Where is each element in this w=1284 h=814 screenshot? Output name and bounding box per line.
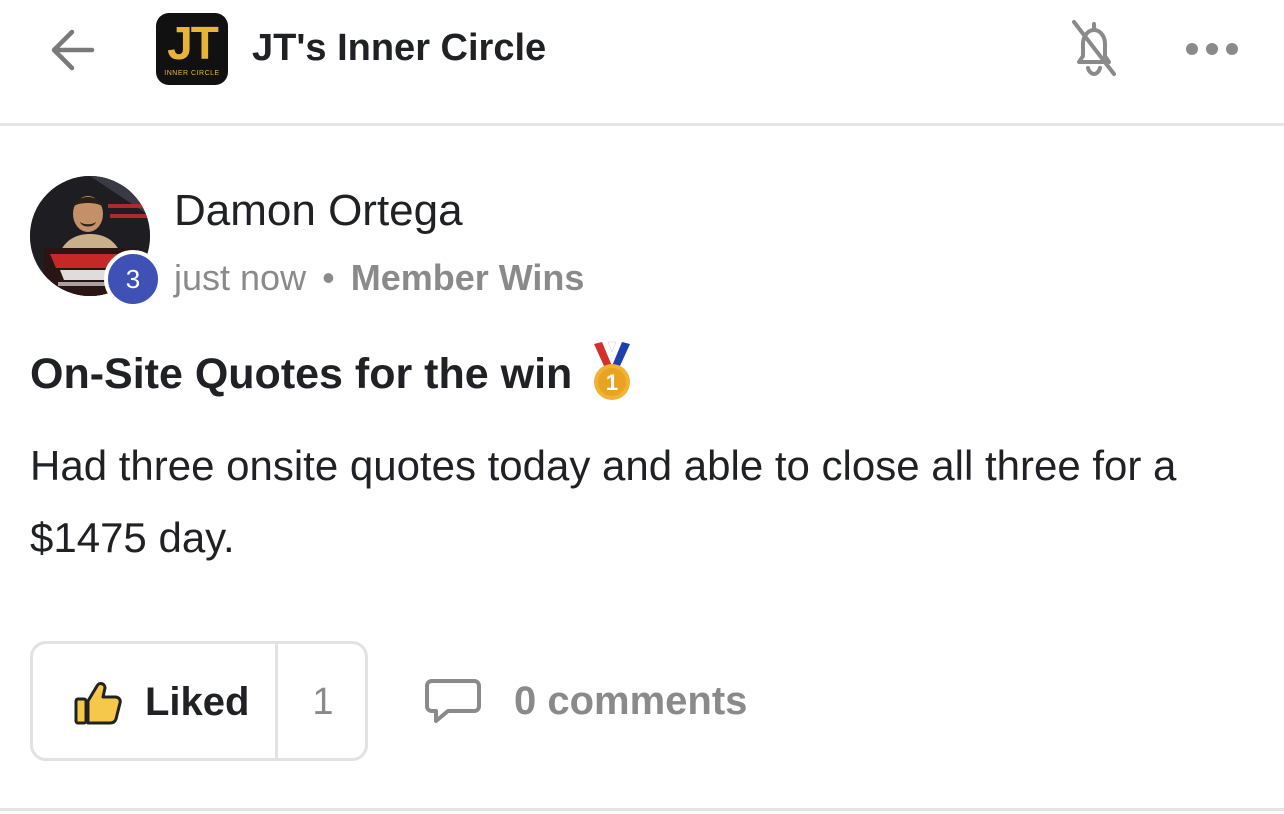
back-arrow-icon[interactable] xyxy=(46,22,102,78)
member-level-badge: 3 xyxy=(104,250,162,308)
svg-text:1: 1 xyxy=(606,370,618,395)
divider xyxy=(0,808,1284,811)
group-logo-subtext: INNER CIRCLE xyxy=(164,70,220,77)
post-time: just now xyxy=(174,257,307,298)
more-options-icon[interactable] xyxy=(1184,38,1240,60)
post-title-text: On-Site Quotes for the win xyxy=(30,350,573,398)
post-meta: just now • Member Wins xyxy=(174,256,584,300)
meta-separator: • xyxy=(322,257,335,298)
like-button[interactable]: Liked xyxy=(33,644,275,758)
like-count[interactable]: 1 xyxy=(278,678,368,726)
group-title[interactable]: JT's Inner Circle xyxy=(252,24,546,72)
like-label: Liked xyxy=(145,680,250,724)
comment-icon xyxy=(425,679,481,723)
comments-button[interactable]: 0 comments xyxy=(424,671,764,731)
post-category[interactable]: Member Wins xyxy=(351,257,585,298)
post-body: Had three onsite quotes today and able t… xyxy=(30,442,1177,561)
author-name[interactable]: Damon Ortega xyxy=(174,186,463,236)
comments-label: 0 comments xyxy=(514,679,748,723)
first-place-medal-icon: 1 xyxy=(594,341,631,400)
like-control: Liked 1 xyxy=(30,641,368,761)
group-logo[interactable]: JT INNER CIRCLE xyxy=(156,13,228,85)
post-title: On-Site Quotes for the win 1 xyxy=(30,340,634,402)
group-logo-text: JT xyxy=(167,17,219,69)
thumbs-up-icon xyxy=(74,682,122,725)
bell-off-icon[interactable] xyxy=(1066,16,1122,80)
app-header: JT INNER CIRCLE JT's Inner Circle xyxy=(0,0,1284,126)
